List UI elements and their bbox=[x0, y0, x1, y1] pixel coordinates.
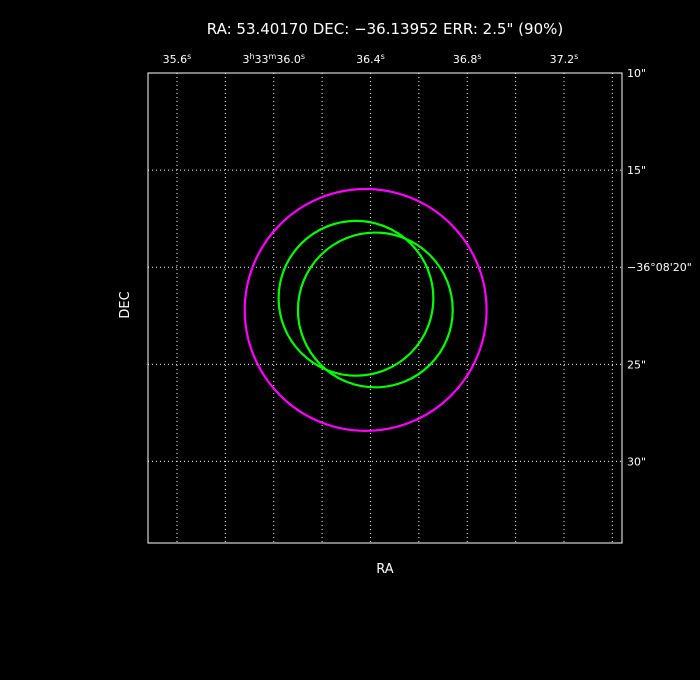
y-gridlines bbox=[148, 72, 622, 462]
y-tick-label: 30" bbox=[627, 455, 646, 468]
y-tick-label: −36°08'20" bbox=[627, 261, 692, 274]
chart-title: RA: 53.40170 DEC: −36.13952 ERR: 2.5" (9… bbox=[207, 20, 563, 38]
y-tick-labels: 10" 15" −36°08'20" 25" 30" bbox=[627, 67, 692, 468]
error-circle bbox=[277, 219, 435, 377]
y-tick-label: 25" bbox=[627, 358, 646, 371]
x-tick-label: 3h33m36.0s bbox=[242, 52, 305, 67]
error-circles bbox=[243, 187, 488, 432]
y-tick-label: 15" bbox=[627, 164, 646, 177]
x-tick-label: 36.4s bbox=[356, 52, 385, 67]
plot-frame bbox=[147, 72, 623, 544]
y-tick-label: 10" bbox=[627, 67, 646, 80]
y-axis-label: DEC bbox=[118, 291, 133, 318]
x-gridlines bbox=[176, 73, 613, 543]
x-tick-label: 35.6s bbox=[163, 52, 192, 67]
x-tick-label: 37.2s bbox=[550, 52, 579, 67]
x-tick-label: 36.8s bbox=[453, 52, 482, 67]
error-circle bbox=[296, 231, 454, 389]
error-circle bbox=[243, 187, 488, 432]
finding-chart: RA: 53.40170 DEC: −36.13952 ERR: 2.5" (9… bbox=[118, 20, 692, 577]
x-tick-labels: 37.2s 36.8s 36.4s 3h33m36.0s 35.6s bbox=[163, 52, 579, 67]
x-axis-label: RA bbox=[376, 562, 394, 577]
